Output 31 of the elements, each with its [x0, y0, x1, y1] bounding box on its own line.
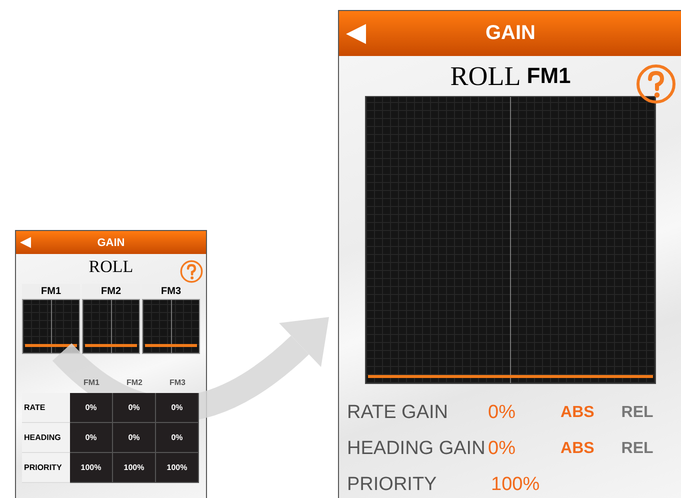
back-icon[interactable] — [346, 24, 366, 44]
column-header: FM2 — [126, 377, 144, 389]
table-cell[interactable]: 0% — [70, 423, 113, 453]
mode-option[interactable]: REL — [621, 404, 681, 422]
graph-panel[interactable] — [22, 299, 80, 354]
graph-panel[interactable] — [82, 299, 140, 354]
setting-label: RATE GAIN — [347, 402, 449, 424]
table-cell[interactable]: 0% — [70, 393, 113, 423]
table-cell[interactable]: 0% — [156, 393, 199, 423]
table-cell[interactable]: 100% — [70, 453, 113, 483]
table-cell[interactable]: 100% — [156, 453, 199, 483]
table-cell[interactable]: 0% — [156, 423, 199, 453]
mode-option[interactable]: REL — [621, 440, 681, 458]
mode-label: FM1 — [526, 63, 571, 89]
axis-title: ROLL — [88, 257, 134, 277]
setting-label: PRIORITY — [347, 474, 438, 496]
help-icon[interactable] — [636, 64, 676, 104]
column-header: FM1 — [82, 377, 100, 389]
graph-panel[interactable] — [142, 299, 200, 354]
axis-title: ROLL — [450, 60, 521, 92]
table-cell[interactable]: 0% — [113, 423, 156, 453]
back-icon[interactable] — [20, 237, 31, 248]
row-label: HEADING — [22, 423, 70, 453]
table-cell[interactable]: 0% — [113, 393, 156, 423]
column-header: FM3 — [168, 377, 186, 389]
setting-label: HEADING GAIN — [347, 438, 486, 460]
row-label: PRIORITY — [22, 453, 70, 483]
table-cell[interactable]: 100% — [113, 453, 156, 483]
header-title: GAIN — [97, 236, 125, 248]
header-title: GAIN — [486, 22, 536, 45]
row-label: RATE — [22, 393, 70, 423]
